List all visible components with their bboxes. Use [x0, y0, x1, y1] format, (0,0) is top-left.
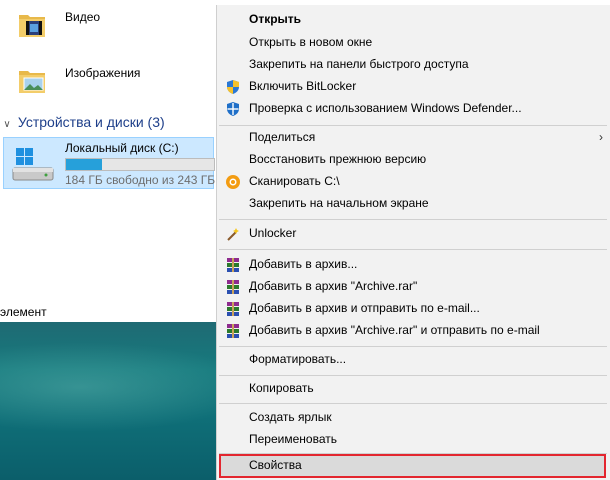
menu-item-label: Переименовать: [249, 432, 337, 446]
pictures-folder-icon: [18, 66, 48, 96]
drive-name: Локальный диск (C:): [65, 141, 179, 155]
antivirus-icon: [225, 174, 241, 190]
menu-item-add-archive-rar[interactable]: Добавить в архив "Archive.rar": [217, 276, 610, 298]
devices-section-header[interactable]: ∨ Устройства и диски (3): [0, 114, 165, 130]
menu-item-add-archive-rar-email[interactable]: Добавить в архив "Archive.rar" и отправи…: [217, 320, 610, 342]
menu-item-label: Закрепить на панели быстрого доступа: [249, 57, 469, 71]
menu-item-format[interactable]: Форматировать...: [217, 349, 610, 371]
menu-item-unlocker[interactable]: Unlocker: [217, 223, 610, 245]
menu-item-label: Добавить в архив и отправить по e-mail..…: [249, 301, 480, 315]
menu-item-create-shortcut[interactable]: Создать ярлык: [217, 407, 610, 429]
section-title: Устройства и диски (3): [17, 114, 165, 130]
menu-item-open-new-window[interactable]: Открыть в новом окне: [217, 32, 610, 54]
folder-label: Видео: [65, 10, 101, 24]
winrar-icon: [225, 257, 241, 273]
chevron-right-icon: ›: [599, 130, 603, 144]
menu-item-label: Открыть: [249, 12, 302, 26]
menu-item-add-archive-email[interactable]: Добавить в архив и отправить по e-mail..…: [217, 298, 610, 320]
menu-item-open[interactable]: Открыть: [217, 9, 610, 31]
shield-icon: [225, 79, 241, 95]
menu-item-label: Открыть в новом окне: [249, 35, 373, 49]
menu-item-label: Добавить в архив "Archive.rar" и отправи…: [249, 323, 540, 337]
menu-separator: [219, 375, 607, 376]
desktop-background: [0, 322, 216, 480]
menu-item-label: Копировать: [249, 381, 314, 395]
menu-separator: [219, 249, 607, 250]
menu-separator: [219, 403, 607, 404]
menu-item-label: Проверка с использованием Windows Defend…: [249, 101, 522, 115]
menu-item-label: Форматировать...: [249, 352, 347, 366]
chevron-down-icon: ∨: [3, 119, 11, 130]
menu-item-label: Добавить в архив...: [249, 257, 358, 271]
drive-c-tile[interactable]: Локальный диск (C:) 184 ГБ свободно из 2…: [3, 137, 216, 189]
menu-item-label: Создать ярлык: [249, 410, 332, 424]
winrar-icon: [225, 301, 241, 317]
drive-free-space: 184 ГБ свободно из 243 ГБ: [65, 173, 216, 187]
folder-item-video[interactable]: Видео: [18, 10, 100, 40]
menu-item-label: Закрепить на начальном экране: [249, 196, 429, 210]
menu-item-scan[interactable]: Сканировать C:\: [217, 171, 610, 193]
menu-item-restore-version[interactable]: Восстановить прежнюю версию: [217, 149, 610, 171]
menu-item-rename[interactable]: Переименовать: [217, 429, 610, 451]
menu-item-label: Добавить в архив "Archive.rar": [249, 279, 418, 293]
menu-separator: [219, 346, 607, 347]
menu-item-label: Свойства: [249, 458, 302, 472]
context-menu: Открыть Открыть в новом окне Закрепить н…: [216, 5, 610, 480]
menu-item-label: Включить BitLocker: [249, 79, 357, 93]
menu-item-label: Unlocker: [249, 226, 297, 240]
defender-icon: [225, 101, 241, 117]
magic-wand-icon: [225, 226, 241, 242]
menu-item-label: Поделиться: [249, 130, 316, 144]
menu-item-pin-start[interactable]: Закрепить на начальном экране: [217, 193, 610, 215]
winrar-icon: [225, 323, 241, 339]
winrar-icon: [225, 279, 241, 295]
menu-item-label: Сканировать C:\: [249, 174, 340, 188]
drive-usage-fill: [66, 159, 102, 170]
folder-label: Изображения: [65, 66, 141, 80]
video-folder-icon: [18, 10, 48, 40]
menu-separator: [219, 125, 607, 126]
menu-item-share[interactable]: Поделиться ›: [217, 127, 610, 149]
menu-separator: [219, 219, 607, 220]
menu-item-copy[interactable]: Копировать: [217, 378, 610, 400]
explorer-pane: Видео Изображения ∨ Устройства и диски (…: [0, 0, 216, 322]
folder-item-pictures[interactable]: Изображения: [18, 66, 140, 96]
menu-item-properties[interactable]: Свойства: [217, 455, 610, 477]
drive-usage-bar: [65, 158, 215, 171]
menu-item-pin-quick-access[interactable]: Закрепить на панели быстрого доступа: [217, 54, 610, 76]
menu-item-label: Восстановить прежнюю версию: [249, 152, 427, 166]
menu-item-defender[interactable]: Проверка с использованием Windows Defend…: [217, 98, 610, 120]
menu-item-add-archive[interactable]: Добавить в архив...: [217, 254, 610, 276]
menu-item-bitlocker[interactable]: Включить BitLocker: [217, 76, 610, 98]
status-bar-text: элемент: [0, 305, 47, 319]
hard-drive-icon: [10, 144, 56, 184]
